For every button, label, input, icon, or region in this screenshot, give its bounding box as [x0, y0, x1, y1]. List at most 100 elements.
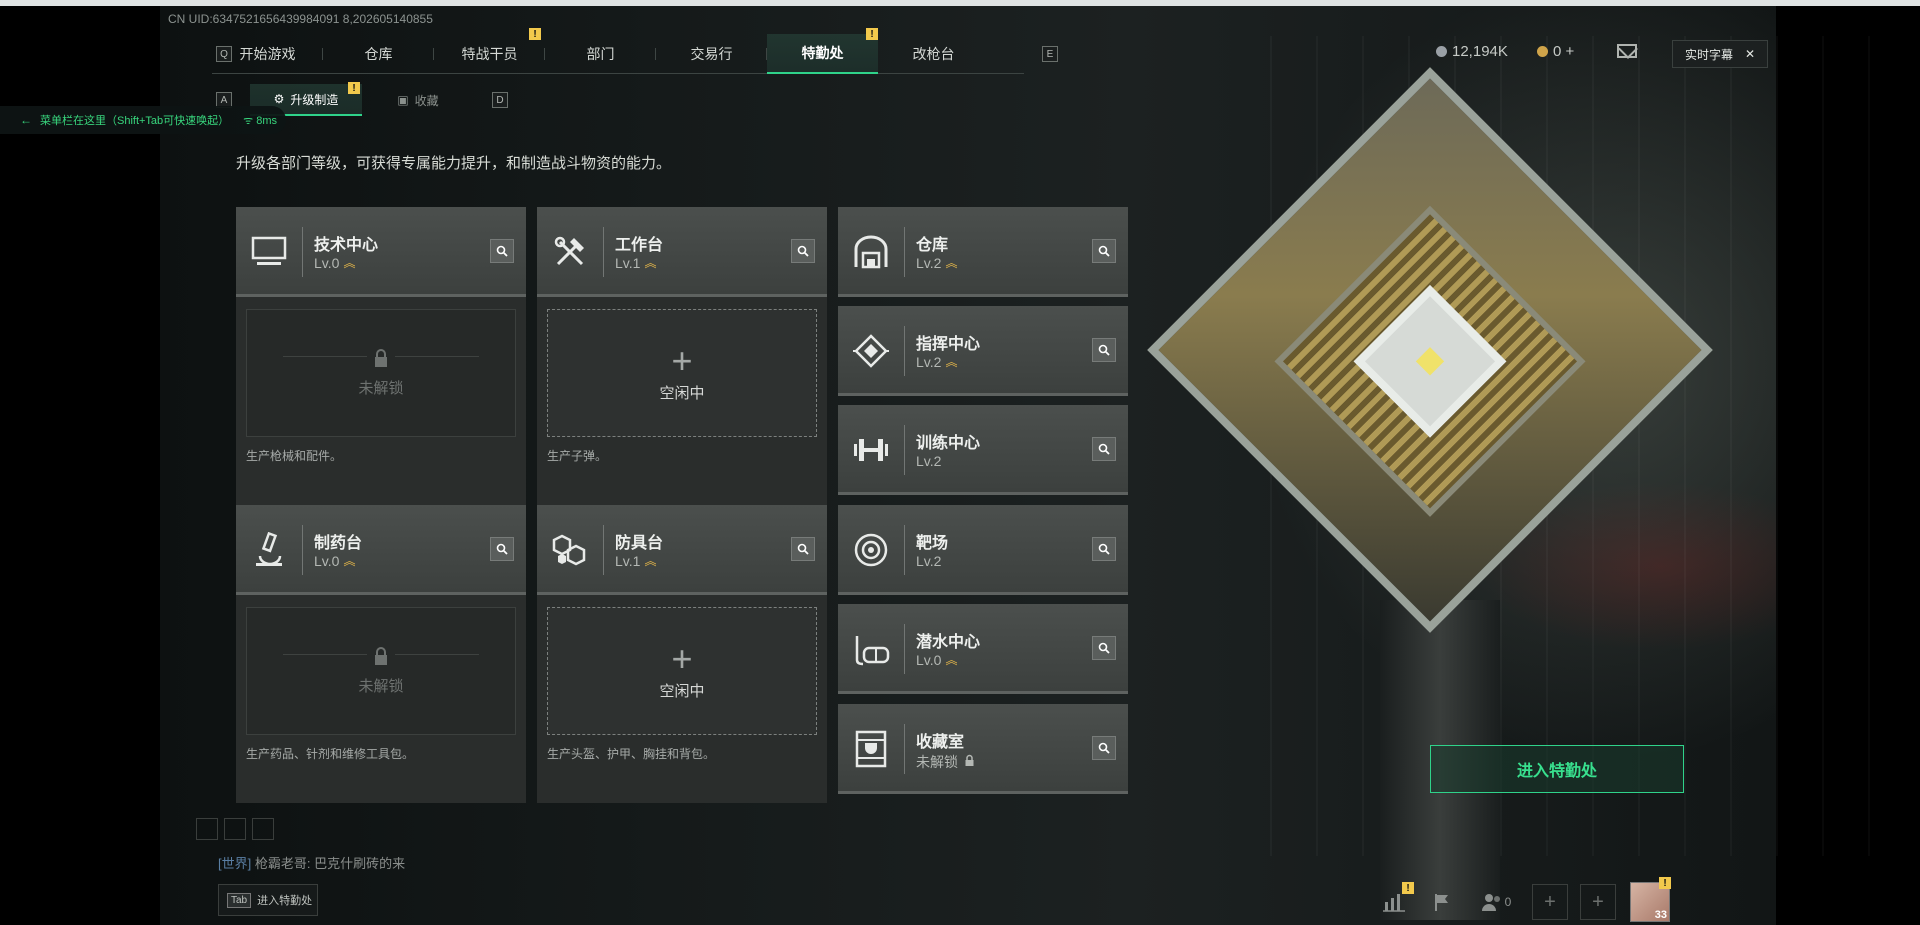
- production-slot-locked[interactable]: 未解锁: [246, 607, 516, 735]
- friends-count: 0: [1504, 895, 1512, 909]
- live-caption-button[interactable]: 实时字幕 ✕: [1672, 40, 1768, 68]
- search-icon[interactable]: [490, 239, 514, 263]
- card-title: 制药台: [314, 535, 363, 552]
- slot-status: 未解锁: [358, 380, 404, 397]
- collection-icon: ▣: [397, 93, 409, 107]
- card-subtitle: 生产子弹。: [547, 449, 608, 463]
- mail-icon[interactable]: [1617, 44, 1637, 58]
- tab-trade[interactable]: 交易行: [656, 34, 767, 74]
- level-text: Lv.1: [615, 255, 641, 271]
- search-icon[interactable]: [1092, 437, 1116, 461]
- tab-label: 开始游戏: [239, 46, 296, 62]
- search-icon[interactable]: [490, 537, 514, 561]
- diving-icon: [852, 630, 890, 668]
- production-slot-idle[interactable]: + 空闲中: [547, 607, 817, 735]
- level-text: 未解锁: [916, 754, 958, 770]
- flag-button[interactable]: [1418, 882, 1466, 922]
- gold-coin-icon: [1537, 46, 1548, 57]
- tab-shortcut-hint[interactable]: Tab 进入特勤处: [218, 884, 318, 916]
- alert-badge: !: [1659, 877, 1671, 889]
- card-armor-bench[interactable]: 防具台 Lv.1 ︽ + 空闲中 生产头盔、护甲、胸挂和背包。: [537, 505, 827, 803]
- close-icon[interactable]: ✕: [1745, 47, 1755, 61]
- production-slot-idle[interactable]: + 空闲中: [547, 309, 817, 437]
- card-level: Lv.1 ︽: [615, 553, 656, 569]
- tab-label: 交易行: [690, 46, 733, 62]
- tab-special-ops[interactable]: 特勤处 !: [767, 28, 878, 74]
- card-workbench[interactable]: 工作台 Lv.1 ︽ + 空闲中 生产子弹。: [537, 207, 827, 505]
- search-icon[interactable]: [1092, 537, 1116, 561]
- card-diving-center[interactable]: 潜水中心 Lv.0 ︽: [838, 604, 1128, 694]
- level-text: Lv.2: [916, 453, 942, 469]
- menu-overlay-notice[interactable]: ← 菜单栏在这里（Shift+Tab可快速唤起） ᯤ 8ms: [0, 106, 286, 134]
- tab-gunsmith[interactable]: 改枪台: [878, 34, 989, 74]
- card-header: 制药台 Lv.0 ︽: [236, 505, 526, 595]
- card-warehouse[interactable]: 仓库 Lv.2 ︽: [838, 207, 1128, 297]
- card-title: 潜水中心: [916, 634, 981, 651]
- target-icon: [852, 531, 890, 569]
- level-text: Lv.2: [916, 553, 942, 569]
- card-pharmacy[interactable]: 制药台 Lv.0 ︽ 未解锁 生产药品、针剂和维修工具包。: [236, 505, 526, 803]
- card-body: 未解锁 生产药品、针剂和维修工具包。: [236, 595, 526, 803]
- search-icon[interactable]: [1092, 239, 1116, 263]
- lock-icon: [367, 348, 395, 373]
- friends-icon: [1481, 894, 1500, 911]
- subtab-label: 升级制造: [290, 92, 339, 107]
- search-icon[interactable]: [791, 537, 815, 561]
- currency-secondary[interactable]: 0 +: [1537, 43, 1574, 60]
- card-title: 工作台: [615, 237, 664, 254]
- dumbbell-icon: [852, 431, 890, 469]
- search-icon[interactable]: [1092, 338, 1116, 362]
- enter-special-ops-button[interactable]: 进入特勤处: [1430, 745, 1684, 793]
- subtab-collection[interactable]: ▣ 收藏: [362, 84, 474, 116]
- production-slot-locked[interactable]: 未解锁: [246, 309, 516, 437]
- microscope-icon: [250, 531, 288, 569]
- card-body: + 空闲中 生产头盔、护甲、胸挂和背包。: [537, 595, 827, 803]
- card-header: 训练中心 Lv.2: [838, 405, 1128, 495]
- card-title: 技术中心: [314, 237, 379, 254]
- friends-button[interactable]: 0: [1466, 882, 1526, 922]
- card-header: 靶场 Lv.2: [838, 505, 1128, 595]
- card-shooting-range[interactable]: 靶场 Lv.2: [838, 505, 1128, 595]
- card-tech-center[interactable]: 技术中心 Lv.0 ︽ 未解锁 生产枪械和配件。: [236, 207, 526, 505]
- currency-secondary-value: 0 +: [1553, 43, 1575, 60]
- card-header: 防具台 Lv.1 ︽: [537, 505, 827, 595]
- card-subtitle: 生产药品、针剂和维修工具包。: [246, 747, 415, 761]
- tab-label: 特勤处: [801, 45, 844, 61]
- chat-line[interactable]: [世界] 枪霸老哥: 巴克什刷砖的来: [218, 853, 405, 872]
- search-icon[interactable]: [791, 239, 815, 263]
- currency-primary: 12,194K: [1436, 43, 1508, 60]
- tab-hint-label: 进入特勤处: [257, 895, 313, 907]
- team-slot-add-button[interactable]: +: [1532, 884, 1568, 920]
- ping-readout: ᯤ 8ms: [243, 113, 277, 128]
- tab-department[interactable]: 部门: [545, 34, 656, 74]
- card-header: 仓库 Lv.2 ︽: [838, 207, 1128, 297]
- player-avatar[interactable]: ! 33: [1630, 877, 1671, 922]
- card-collection-room[interactable]: 收藏室 未解锁: [838, 704, 1128, 794]
- bottom-toolbar: ! 0 + + ! 33: [1370, 877, 1671, 924]
- tab-label: 仓库: [364, 46, 393, 62]
- tab-warehouse[interactable]: 仓库: [323, 34, 434, 74]
- card-header: 技术中心 Lv.0 ︽: [236, 207, 526, 297]
- plus-icon: +: [1592, 890, 1604, 913]
- card-title: 防具台: [615, 535, 664, 552]
- stats-button[interactable]: !: [1370, 882, 1418, 922]
- upgrade-chevron-icon: ︽: [644, 256, 656, 270]
- card-subtitle: 生产枪械和配件。: [246, 449, 343, 463]
- card-command-center[interactable]: 指挥中心 Lv.2 ︽: [838, 306, 1128, 396]
- currency-primary-value: 12,194K: [1452, 43, 1508, 60]
- bar-chart-icon: [1383, 894, 1405, 912]
- level-text: Lv.0: [314, 553, 340, 569]
- alert-badge: !: [866, 28, 878, 40]
- slot-status: 空闲中: [659, 682, 705, 700]
- card-training-center[interactable]: 训练中心 Lv.2: [838, 405, 1128, 495]
- upgrade-chevron-icon: ︽: [945, 256, 957, 270]
- monitor-icon: [250, 233, 288, 271]
- card-header: 指挥中心 Lv.2 ︽: [838, 306, 1128, 396]
- tab-operators[interactable]: 特战干员 !: [434, 28, 545, 74]
- team-slot-add-button[interactable]: +: [1580, 884, 1616, 920]
- search-icon[interactable]: [1092, 736, 1116, 760]
- subtab-label: 收藏: [414, 93, 439, 108]
- cube-inner: [1274, 205, 1586, 517]
- slot-status: 空闲中: [659, 384, 705, 402]
- search-icon[interactable]: [1092, 636, 1116, 660]
